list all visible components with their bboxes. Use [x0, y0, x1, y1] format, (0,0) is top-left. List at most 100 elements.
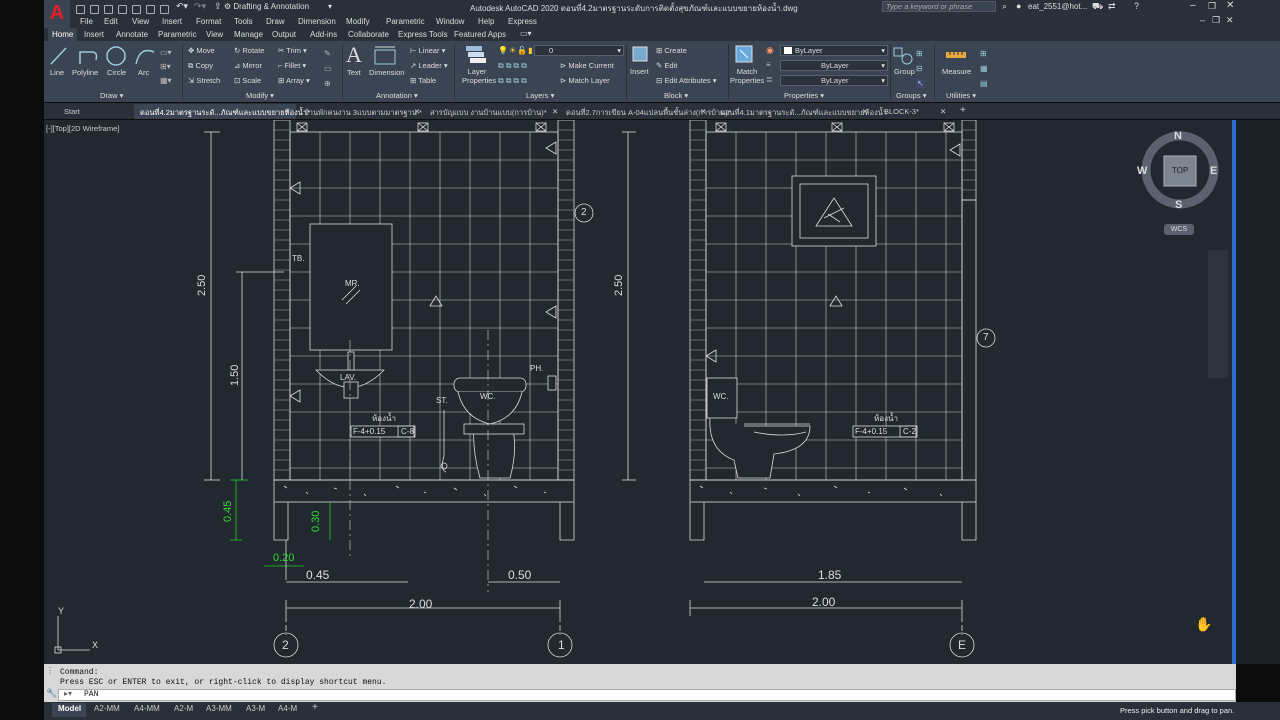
tab-home[interactable]: Home	[48, 28, 78, 41]
menu-parametric[interactable]: Parametric	[386, 17, 425, 26]
stretch-button[interactable]: ⇲ Stretch	[188, 76, 220, 85]
linear-button[interactable]: ⊢ Linear ▾	[410, 46, 445, 55]
menu-help[interactable]: Help	[478, 17, 494, 26]
tab-model[interactable]: Model	[58, 704, 81, 713]
tab-a4-m[interactable]: A4-M	[278, 704, 297, 713]
wcs-menu[interactable]: WCS	[1164, 224, 1194, 235]
line-button[interactable]: Line	[50, 68, 64, 77]
groups-group-label[interactable]: Groups ▾	[896, 91, 926, 100]
command-input[interactable]	[58, 689, 1236, 701]
layer-state-icons[interactable]: 💡☀🔓▮	[498, 46, 534, 55]
viewcube-west[interactable]: W	[1137, 165, 1147, 177]
fillet-button[interactable]: ⌐ Fillet ▾	[278, 61, 306, 70]
exchange-icon[interactable]: ⇄	[1108, 1, 1116, 12]
rotate-button[interactable]: ↻ Rotate	[234, 46, 264, 55]
viewcube-north[interactable]: N	[1174, 130, 1182, 142]
copy-button[interactable]: ⧉ Copy	[188, 61, 213, 71]
tab-addins[interactable]: Add-ins	[310, 30, 337, 39]
menu-insert[interactable]: Insert	[162, 17, 182, 26]
doc-tab-start[interactable]: Start	[64, 107, 80, 116]
table-button[interactable]: ⊞ Table	[410, 76, 436, 85]
modify-group-label[interactable]: Modify ▾	[246, 91, 274, 100]
trim-button[interactable]: ✂ Trim ▾	[278, 46, 307, 55]
dimension-icon[interactable]	[372, 46, 398, 66]
doc-close-icon[interactable]: ✕	[1226, 15, 1234, 26]
menu-tools[interactable]: Tools	[234, 17, 253, 26]
scale-button[interactable]: ⊡ Scale	[234, 76, 261, 85]
layer-tools-row2[interactable]: ⧉⧉⧉⧉	[498, 76, 529, 86]
cart-icon[interactable]: ⛟	[1092, 1, 1103, 13]
properties-group-label[interactable]: Properties ▾	[784, 91, 824, 100]
group-icon[interactable]	[892, 44, 914, 66]
layer-properties-icon[interactable]	[464, 44, 488, 66]
redo-icon[interactable]: ↷▾	[194, 1, 206, 12]
match-layer-button[interactable]: ⊳ Match Layer	[560, 76, 610, 85]
wrench-icon[interactable]: 🔧	[46, 688, 57, 699]
layer-dropdown[interactable]: 0 ▾	[534, 45, 624, 56]
lineweight-dropdown[interactable]: ByLayer ▾	[780, 75, 888, 86]
groups-extra-icons[interactable]: ⊞ ⊟ ↖	[916, 46, 930, 88]
command-grip-icon[interactable]: ⋮	[46, 666, 54, 675]
doc-tab-3[interactable]: สารบัญแบบ งานบ้านแบบ(การบ้าน)*	[430, 107, 547, 119]
viewcube-south[interactable]: S	[1175, 199, 1182, 211]
circle-button[interactable]: Circle	[107, 68, 126, 77]
menu-modify[interactable]: Modify	[346, 17, 370, 26]
utilities-group-label[interactable]: Utilities ▾	[946, 91, 976, 100]
move-button[interactable]: ✥ Move	[188, 46, 215, 55]
arc-button[interactable]: Arc	[138, 68, 149, 77]
tab-insert[interactable]: Insert	[84, 30, 104, 39]
layer-properties-button[interactable]: Layer Properties	[462, 67, 496, 85]
text-icon[interactable]: A	[346, 42, 362, 68]
edit-block-button[interactable]: ✎ Edit	[656, 61, 677, 70]
add-layout-icon[interactable]: +	[312, 702, 318, 713]
draw-group-label[interactable]: Draw ▾	[100, 91, 123, 100]
text-button[interactable]: Text	[347, 68, 361, 77]
measure-icon[interactable]	[944, 46, 970, 64]
create-block-button[interactable]: ⊞ Create	[656, 46, 687, 55]
edit-attributes-button[interactable]: ⊟ Edit Attributes ▾	[656, 76, 717, 85]
modify-extra-icons[interactable]: ✎ ▭ ⊕	[324, 46, 338, 88]
tab-a2-mm[interactable]: A2-MM	[94, 704, 120, 713]
tab-collaborate[interactable]: Collaborate	[348, 30, 389, 39]
viewcube-top[interactable]: TOP	[1172, 166, 1188, 175]
tab-parametric[interactable]: Parametric	[158, 30, 197, 39]
menu-express[interactable]: Express	[508, 17, 537, 26]
navigation-bar[interactable]	[1208, 250, 1228, 378]
menu-view[interactable]: View	[132, 17, 149, 26]
dimension-button[interactable]: Dimension	[369, 68, 404, 77]
close-icon[interactable]: ✕	[700, 107, 706, 116]
close-icon[interactable]: ✕	[862, 107, 868, 116]
close-icon[interactable]: ✕	[940, 107, 946, 116]
minimize-icon[interactable]: –	[1190, 0, 1196, 11]
tab-a4-mm[interactable]: A4-MM	[134, 704, 160, 713]
save-icon[interactable]	[104, 5, 113, 14]
search-icon[interactable]: ⌕	[1002, 1, 1007, 12]
help-icon[interactable]: ?	[1134, 1, 1139, 11]
group-button[interactable]: Group	[894, 67, 915, 76]
utilities-extra-icons[interactable]: ⊞ ▦ ▤	[980, 46, 992, 88]
plot-icon[interactable]	[146, 5, 155, 14]
doc-tab-2[interactable]: บ้านพักคนงาน 3แบบตามมาตรฐาน *	[304, 107, 422, 119]
restore-icon[interactable]: ❐	[1208, 1, 1216, 12]
array-button[interactable]: ⊞ Array ▾	[278, 76, 310, 85]
tab-output[interactable]: Output	[272, 30, 296, 39]
print-icon[interactable]	[160, 5, 169, 14]
block-group-label[interactable]: Block ▾	[664, 91, 688, 100]
viewcube-east[interactable]: E	[1210, 165, 1217, 177]
ribbon-toggle-icon[interactable]: ▭▾	[520, 29, 532, 38]
menu-window[interactable]: Window	[436, 17, 464, 26]
menu-edit[interactable]: Edit	[104, 17, 118, 26]
polyline-button[interactable]: Polyline	[72, 68, 98, 77]
doc-tab-6[interactable]: BLOCK-3*	[884, 107, 919, 116]
tab-featured-apps[interactable]: Featured Apps	[454, 30, 506, 39]
new-tab-icon[interactable]: +	[960, 105, 966, 116]
layers-group-label[interactable]: Layers ▾	[526, 91, 554, 100]
menu-format[interactable]: Format	[196, 17, 221, 26]
tab-manage[interactable]: Manage	[234, 30, 263, 39]
open-icon[interactable]	[90, 5, 99, 14]
draw-mini-icons[interactable]: ▭▾ ⊞▾ ▦▾	[160, 46, 178, 88]
match-properties-icon[interactable]	[734, 44, 756, 66]
insert-block-icon[interactable]	[630, 44, 650, 64]
tab-a3-mm[interactable]: A3-MM	[206, 704, 232, 713]
tab-view[interactable]: View	[206, 30, 223, 39]
